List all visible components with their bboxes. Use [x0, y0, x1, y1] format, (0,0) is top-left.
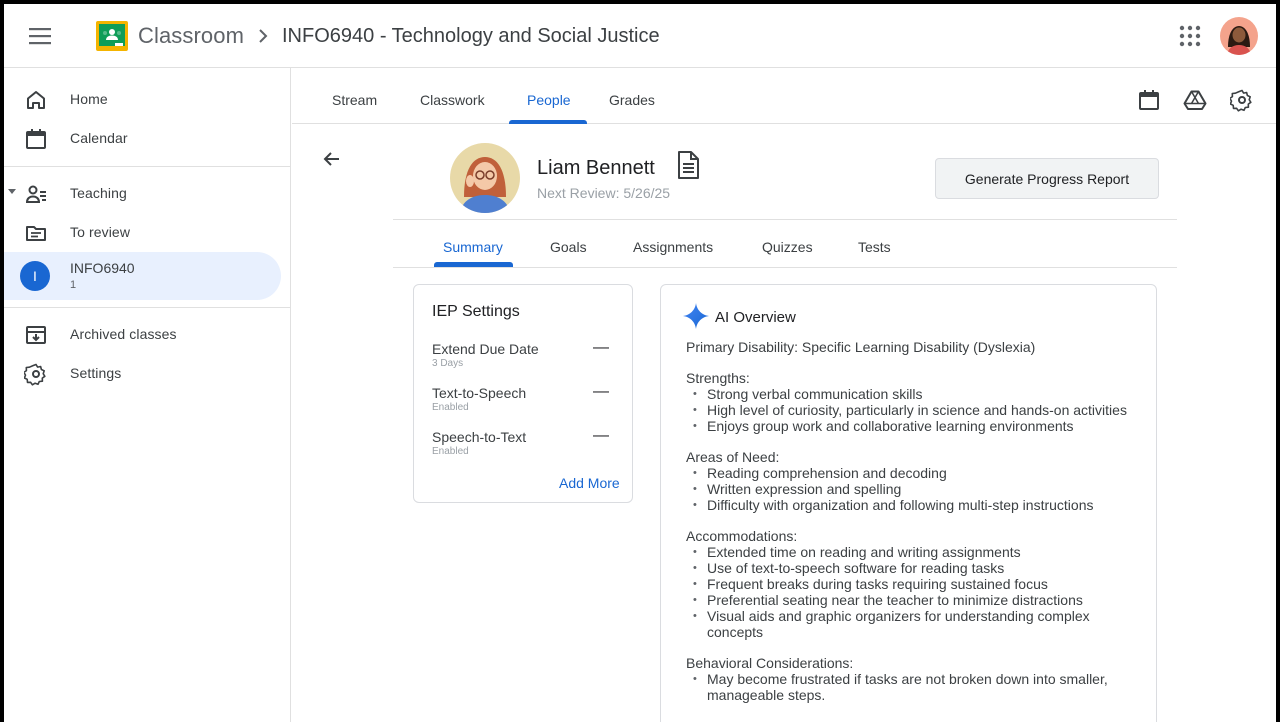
setting-name: Extend Due Date: [432, 341, 539, 357]
course-section: 1: [70, 279, 77, 291]
strengths-list: Strong verbal communication skills High …: [686, 386, 1141, 434]
sidebar-item-to-review[interactable]: To review: [4, 213, 282, 253]
folder-review-icon: [24, 221, 48, 245]
accommodations-list: Extended time on reading and writing ass…: [686, 544, 1141, 640]
list-item: Visual aids and graphic organizers for u…: [686, 608, 1141, 640]
setting-value: Enabled: [432, 446, 469, 457]
sidebar-item-label: To review: [70, 224, 131, 240]
setting-value: 3 Days: [432, 358, 464, 369]
sidebar-divider: [4, 307, 291, 308]
home-icon: [24, 88, 48, 112]
list-item: Reading comprehension and decoding: [686, 465, 1141, 481]
add-more-link[interactable]: Add More: [559, 475, 620, 491]
tab-classwork[interactable]: Classwork: [420, 92, 485, 108]
iep-settings-card: IEP Settings Extend Due Date 3 Days — Te…: [413, 284, 633, 503]
tab-grades[interactable]: Grades: [609, 92, 655, 108]
chevron-right-icon: [256, 26, 270, 46]
sidebar-item-label: Settings: [70, 365, 122, 381]
list-item: Use of text-to-speech software for readi…: [686, 560, 1141, 576]
section-title: Behavioral Considerations:: [686, 655, 854, 671]
tab-stream[interactable]: Stream: [332, 92, 377, 108]
sidebar-item-settings[interactable]: Settings: [4, 354, 282, 394]
behavioral-list: May become frustrated if tasks are not b…: [686, 671, 1141, 703]
teaching-people-icon: [24, 182, 48, 206]
sidebar-item-home[interactable]: Home: [4, 80, 282, 120]
needs-list: Reading comprehension and decoding Writt…: [686, 465, 1141, 513]
main-menu-icon[interactable]: [26, 24, 56, 48]
top-app-bar: Classroom INFO6940 - Technology and Soci…: [4, 4, 1276, 68]
course-title[interactable]: INFO6940 - Technology and Social Justice: [282, 25, 660, 48]
remove-setting-button[interactable]: —: [593, 428, 609, 444]
tab-summary[interactable]: Summary: [443, 239, 503, 255]
tab-goals[interactable]: Goals: [550, 239, 587, 255]
remove-setting-button[interactable]: —: [593, 340, 609, 356]
list-item: Strong verbal communication skills: [686, 386, 1141, 402]
classroom-logo-icon[interactable]: [96, 21, 128, 51]
gear-icon[interactable]: [1229, 88, 1254, 112]
tab-people[interactable]: People: [527, 92, 571, 108]
iep-setting-row: Text-to-Speech Enabled —: [432, 384, 622, 417]
list-item: Written expression and spelling: [686, 481, 1141, 497]
section-title: Areas of Need:: [686, 449, 780, 465]
caret-down-icon[interactable]: [8, 189, 16, 194]
list-item: Extended time on reading and writing ass…: [686, 544, 1141, 560]
generate-progress-report-button[interactable]: Generate Progress Report: [935, 158, 1159, 199]
apps-grid-icon[interactable]: [1178, 24, 1202, 48]
classroom-app: Classroom INFO6940 - Technology and Soci…: [4, 4, 1276, 722]
iep-setting-row: Extend Due Date 3 Days —: [432, 340, 622, 373]
sidebar-item-label: Teaching: [70, 185, 127, 201]
class-tabs: Stream Classwork People Grades: [292, 68, 1276, 124]
tab-assignments[interactable]: Assignments: [633, 239, 713, 255]
tab-tests[interactable]: Tests: [858, 239, 891, 255]
list-item: Frequent breaks during tasks requiring s…: [686, 576, 1141, 592]
gear-icon: [23, 362, 48, 386]
calendar-icon: [24, 127, 48, 151]
iep-setting-row: Speech-to-Text Enabled —: [432, 428, 622, 461]
sidebar-item-teaching[interactable]: Teaching: [4, 174, 282, 214]
student-name: Liam Bennett: [537, 157, 655, 179]
course-name: INFO6940: [70, 260, 135, 276]
list-item: May become frustrated if tasks are not b…: [686, 671, 1141, 703]
card-title: AI Overview: [715, 309, 796, 326]
list-item: High level of curiosity, particularly in…: [686, 402, 1141, 418]
sidebar-item-label: Archived classes: [70, 326, 177, 342]
sidebar-item-calendar[interactable]: Calendar: [4, 119, 282, 159]
drive-icon[interactable]: [1183, 88, 1207, 112]
sidebar-item-label: Home: [70, 91, 108, 107]
remove-setting-button[interactable]: —: [593, 384, 609, 400]
student-avatar: [450, 143, 520, 213]
primary-disability: Primary Disability: Specific Learning Di…: [686, 339, 1036, 355]
list-item: Preferential seating near the teacher to…: [686, 592, 1141, 608]
section-title: Strengths:: [686, 370, 750, 386]
back-arrow-icon[interactable]: [320, 147, 344, 171]
sidebar-item-label: Calendar: [70, 130, 128, 146]
setting-name: Text-to-Speech: [432, 385, 527, 401]
list-item: Difficulty with organization and followi…: [686, 497, 1141, 513]
sparkle-icon: [683, 303, 709, 329]
ai-overview-text: Primary Disability: Specific Learning Di…: [686, 339, 1141, 703]
sidebar-item-course[interactable]: I INFO6940 1: [4, 252, 281, 300]
active-tab-indicator: [509, 120, 587, 124]
account-avatar[interactable]: [1220, 17, 1258, 55]
course-initial-badge: I: [20, 261, 50, 291]
brand-name[interactable]: Classroom: [138, 23, 244, 49]
sidebar-item-archived[interactable]: Archived classes: [4, 315, 282, 355]
card-title: IEP Settings: [432, 303, 520, 320]
sidebar-divider: [4, 166, 291, 167]
section-title: Accommodations:: [686, 528, 798, 544]
calendar-icon[interactable]: [1137, 88, 1161, 112]
setting-name: Speech-to-Text: [432, 429, 527, 445]
list-item: Enjoys group work and collaborative lear…: [686, 418, 1141, 434]
ai-overview-card: AI Overview Primary Disability: Specific…: [660, 284, 1157, 722]
divider: [393, 267, 1177, 268]
archive-icon: [24, 323, 48, 347]
next-review-date: Next Review: 5/26/25: [537, 185, 671, 201]
setting-value: Enabled: [432, 402, 469, 413]
document-icon[interactable]: [674, 150, 702, 180]
tab-quizzes[interactable]: Quizzes: [762, 239, 813, 255]
sidebar: Home Calendar Teaching To review I INFO6…: [4, 68, 291, 722]
divider: [393, 219, 1177, 220]
